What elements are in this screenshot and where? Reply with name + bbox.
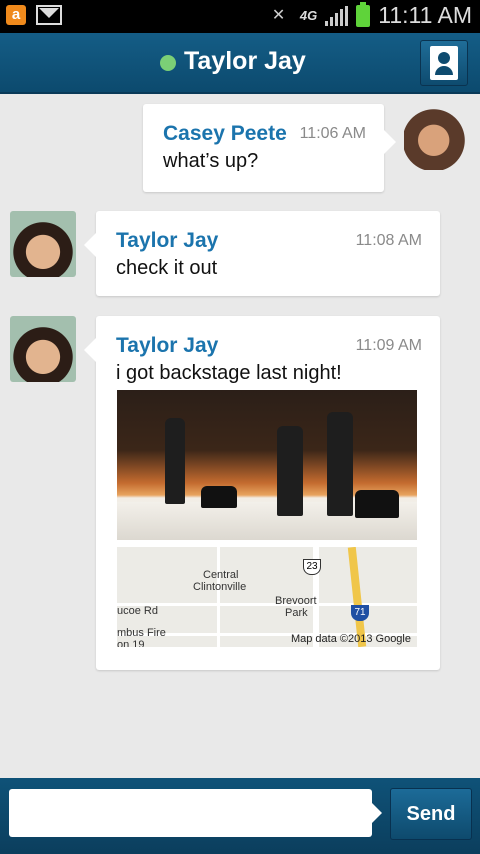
- input-tail: [372, 803, 382, 823]
- route-shield-icon: 23: [303, 559, 321, 575]
- message-input[interactable]: [9, 789, 372, 837]
- map-label: mbus Fire: [117, 627, 166, 639]
- network-type: 4G: [299, 8, 318, 23]
- composer-bar: Send: [0, 778, 480, 854]
- message-time: 11:08 AM: [355, 232, 422, 249]
- message-time: 11:09 AM: [355, 337, 422, 354]
- message-sender: Taylor Jay: [116, 334, 219, 357]
- message-sender: Taylor Jay: [116, 229, 219, 252]
- message-text: i got backstage last night!: [116, 362, 342, 384]
- map-label: ucoe Rd: [117, 605, 158, 617]
- performer-figure: [277, 426, 303, 516]
- map-label: on 19: [117, 639, 145, 647]
- map-label: Park: [285, 607, 308, 619]
- interstate-shield-icon: 71: [351, 605, 369, 621]
- message-bubble-incoming[interactable]: Taylor Jay 11:09 AM i got backstage last…: [84, 316, 440, 670]
- battery-icon: [356, 1, 371, 27]
- clock: 11:11 AM: [378, 2, 472, 28]
- message-bubble-outgoing[interactable]: Casey Peete 11:06 AM what’s up?: [143, 104, 396, 192]
- performer-figure: [327, 412, 353, 516]
- contact-card-button[interactable]: [420, 40, 468, 86]
- map-road: [117, 603, 417, 606]
- mute-icon: [270, 5, 292, 26]
- message-text: what’s up?: [163, 150, 259, 172]
- status-bar: a 4G 11:11 AM: [0, 0, 480, 33]
- avatar-taylor[interactable]: [10, 316, 76, 382]
- system-icons: 4G 11:11 AM: [270, 1, 472, 29]
- concert-photo-attachment[interactable]: [117, 390, 417, 540]
- map-road: [217, 547, 220, 647]
- message-sender: Casey Peete: [163, 122, 287, 145]
- message-text: check it out: [116, 257, 218, 279]
- contact-name-title: Taylor Jay: [184, 47, 306, 75]
- map-label: Central: [203, 569, 239, 581]
- speaker-shape: [201, 486, 237, 508]
- gmail-icon: [36, 5, 62, 25]
- location-map-attachment[interactable]: Central Clintonville Brevoort Park ucoe …: [117, 547, 417, 647]
- notification-icons: a: [6, 5, 62, 25]
- message-time: 11:06 AM: [299, 125, 366, 142]
- signal-icon: [325, 5, 349, 26]
- speaker-shape: [355, 490, 399, 518]
- online-status-icon: [160, 55, 176, 71]
- map-credit: Map data ©2013 Google: [290, 633, 411, 645]
- avatar-taylor[interactable]: [10, 211, 76, 277]
- map-label: Brevoort: [275, 595, 317, 607]
- avatar-casey[interactable]: [404, 104, 470, 170]
- send-button[interactable]: Send: [390, 788, 472, 840]
- map-label: Clintonville: [193, 581, 247, 593]
- contact-icon: [430, 46, 458, 80]
- performer-figure: [165, 418, 185, 504]
- app-notification-icon: a: [6, 5, 26, 25]
- map-highway: [347, 547, 367, 647]
- message-bubble-incoming[interactable]: Taylor Jay 11:08 AM check it out: [84, 211, 440, 296]
- conversation-header: Taylor Jay: [0, 33, 480, 94]
